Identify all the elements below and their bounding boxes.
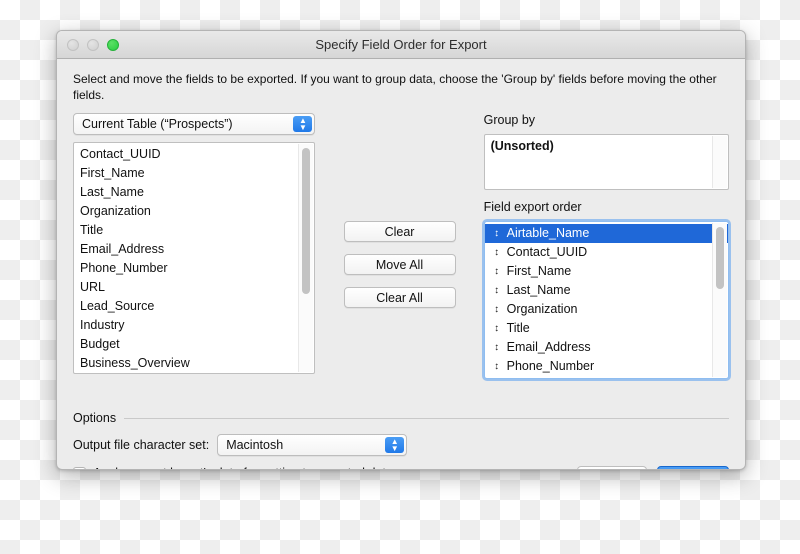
window-controls: [67, 31, 119, 58]
export-dialog-window: Specify Field Order for Export Select an…: [56, 30, 746, 470]
list-item-label: Phone_Number: [506, 359, 595, 373]
scrollbar-thumb[interactable]: [302, 148, 311, 294]
zoom-button[interactable]: [107, 38, 119, 51]
drag-handle-icon[interactable]: ↕: [491, 357, 503, 376]
available-fields-list[interactable]: Contact_UUID First_Name Last_Name Organizat…: [73, 142, 316, 374]
list-item-label: First_Name: [80, 166, 145, 180]
list-item-label: URL: [80, 280, 106, 294]
source-column: Current Table (“Prospects”) ▲ ▼ Contact_U…: [73, 113, 316, 374]
field-export-order-scrollbar[interactable]: [711, 223, 727, 377]
transfer-buttons-column: Clear Move All Clear All: [315, 113, 483, 308]
group-by-list[interactable]: (Unsorted): [483, 134, 729, 190]
group-by-label: Group by: [483, 113, 536, 127]
apply-formatting-checkbox[interactable]: [73, 466, 86, 469]
list-item-label: Organization: [506, 302, 578, 316]
field-export-order-rows: ↕ Airtable_Name ↕ Contact_UUID ↕ First_Name ↕ L…: [484, 222, 728, 378]
group-by-rows: (Unsorted): [485, 135, 728, 189]
minimize-button[interactable]: [87, 38, 99, 51]
title-bar: Specify Field Order for Export: [57, 31, 745, 59]
list-item-label: Industry: [80, 318, 125, 332]
available-fields-rows: Contact_UUID First_Name Last_Name Organizat…: [74, 143, 314, 373]
options-label: Options: [73, 411, 117, 425]
list-item[interactable]: (Unsorted): [485, 137, 728, 156]
list-item[interactable]: Organization: [74, 202, 314, 221]
list-item-label: Airtable_Name: [506, 226, 590, 240]
columns-area: Current Table (“Prospects”) ▲ ▼ Contact_U…: [73, 113, 729, 379]
available-fields-scrollbar[interactable]: [298, 144, 314, 372]
table-source-popup[interactable]: Current Table (“Prospects”) ▲ ▼: [73, 113, 316, 135]
chevron-updown-icon: ▲ ▼: [293, 116, 313, 132]
drag-handle-icon[interactable]: ↕: [491, 243, 503, 262]
move-all-button[interactable]: Move All: [343, 254, 456, 275]
list-item-label: Phone_Number: [80, 261, 168, 275]
clear-all-button[interactable]: Clear All: [343, 287, 456, 308]
list-item-label: Budget: [80, 337, 120, 351]
list-item[interactable]: Title: [74, 221, 314, 240]
list-item[interactable]: ↕ Title: [485, 319, 728, 338]
close-button[interactable]: [67, 38, 79, 51]
options-section: Options Output file character set: Macin…: [73, 411, 729, 469]
list-item[interactable]: Budget: [74, 335, 314, 354]
list-item[interactable]: Contact_UUID: [74, 145, 314, 164]
list-item-label: Contact_UUID: [506, 245, 588, 259]
list-item-label: Title: [80, 223, 104, 237]
list-item-label: Business_Overview: [80, 356, 190, 370]
list-item[interactable]: Email_Address: [74, 240, 314, 259]
field-export-order-label: Field export order: [483, 200, 582, 214]
drag-handle-icon[interactable]: ↕: [491, 224, 503, 243]
list-item[interactable]: ↕ Organization: [485, 300, 728, 319]
export-button[interactable]: Export: [657, 466, 729, 469]
list-item[interactable]: ↕ Contact_UUID: [485, 243, 728, 262]
charset-value: Macintosh: [226, 438, 284, 452]
list-item-label: Email_Address: [80, 242, 165, 256]
list-item-label: Contact_UUID: [80, 147, 161, 161]
list-item[interactable]: ↕ Airtable_Name: [484, 224, 728, 243]
list-item-label: (Unsorted): [490, 139, 554, 153]
list-item[interactable]: Industry: [74, 316, 314, 335]
list-item[interactable]: ↕ Last_Name: [485, 281, 728, 300]
options-divider: [124, 417, 729, 419]
list-item[interactable]: ↕ Email_Address: [485, 338, 728, 357]
dialog-content: Select and move the fields to be exporte…: [57, 59, 745, 469]
list-item-label: Lead_Source: [80, 299, 155, 313]
dialog-actions: Cancel Export: [577, 466, 729, 469]
field-export-order-list[interactable]: ↕ Airtable_Name ↕ Contact_UUID ↕ First_Name ↕ L…: [483, 221, 729, 379]
list-item-label: First_Name: [506, 264, 572, 278]
table-source-value: Current Table (“Prospects”): [82, 117, 233, 131]
instruction-text: Select and move the fields to be exporte…: [73, 72, 717, 102]
options-header: Options: [73, 411, 729, 425]
window-title: Specify Field Order for Export: [315, 37, 487, 52]
list-item[interactable]: Phone_Number: [74, 259, 314, 278]
charset-row: Output file character set: Macintosh ▲ ▼: [73, 434, 729, 456]
drag-handle-icon[interactable]: ↕: [491, 262, 503, 281]
drag-handle-icon[interactable]: ↕: [491, 338, 503, 357]
list-item[interactable]: Last_Name: [74, 183, 314, 202]
group-by-scrollbar[interactable]: [711, 136, 727, 188]
apply-formatting-label: Apply current layout's data formatting t…: [93, 466, 393, 469]
list-item[interactable]: First_Name: [74, 164, 314, 183]
list-item[interactable]: URL: [74, 278, 314, 297]
list-item[interactable]: ↕ First_Name: [485, 262, 728, 281]
cancel-button[interactable]: Cancel: [577, 466, 647, 469]
drag-handle-icon[interactable]: ↕: [491, 300, 503, 319]
list-item-label: Last_Name: [80, 185, 144, 199]
scrollbar-thumb[interactable]: [715, 227, 724, 289]
charset-popup[interactable]: Macintosh ▲ ▼: [217, 434, 408, 456]
drag-handle-icon[interactable]: ↕: [491, 281, 503, 300]
drag-handle-icon[interactable]: ↕: [491, 319, 503, 338]
list-item-label: Title: [506, 321, 530, 335]
list-item[interactable]: ↕ Phone_Number: [485, 357, 728, 376]
charset-label: Output file character set:: [73, 438, 210, 452]
destination-column: Group by (Unsorted) Field export order ↕…: [483, 113, 729, 379]
clear-button[interactable]: Clear: [343, 221, 456, 242]
chevron-updown-icon: ▲ ▼: [385, 437, 405, 453]
list-item-label: Organization: [80, 204, 151, 218]
list-item-label: Email_Address: [506, 340, 591, 354]
list-item-label: Last_Name: [506, 283, 571, 297]
list-item[interactable]: Lead_Source: [74, 297, 314, 316]
list-item[interactable]: Business_Overview: [74, 354, 314, 373]
